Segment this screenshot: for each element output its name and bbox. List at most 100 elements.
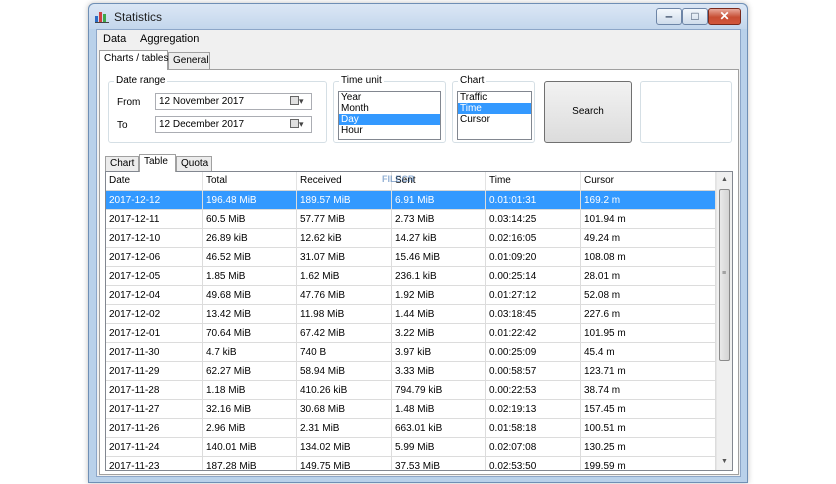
cell-date: 2017-11-27 bbox=[106, 400, 203, 419]
cell-sent: 5.99 MiB bbox=[392, 438, 486, 457]
cell-sent: 3.22 MiB bbox=[392, 324, 486, 343]
tab-table[interactable]: Table bbox=[139, 154, 176, 172]
menu-data[interactable]: Data bbox=[103, 33, 126, 45]
cell-time: 0.01:09:20 bbox=[486, 248, 581, 267]
table-row[interactable]: 2017-12-12 196.48 MiB 189.57 MiB 6.91 MiB 0.… bbox=[106, 191, 716, 210]
table-row[interactable]: 2017-11-28 1.18 MiB 410.26 kiB 794.79 kiB 0.… bbox=[106, 381, 716, 400]
cell-time: 0.01:27:12 bbox=[486, 286, 581, 305]
column-header-date[interactable]: Date bbox=[106, 172, 203, 191]
cell-cursor: 45.4 m bbox=[581, 343, 716, 362]
vertical-scrollbar[interactable]: ▲ ≡ ▼ bbox=[716, 172, 732, 470]
scroll-down-icon[interactable]: ▼ bbox=[717, 454, 732, 470]
table-row[interactable]: 2017-11-27 32.16 MiB 30.68 MiB 1.48 MiB 0.02… bbox=[106, 400, 716, 419]
tab-general[interactable]: General bbox=[168, 52, 210, 69]
cell-date: 2017-11-23 bbox=[106, 457, 203, 470]
cell-sent: 794.79 kiB bbox=[392, 381, 486, 400]
time-unit-option-month[interactable]: Month bbox=[339, 103, 440, 114]
cell-sent: 6.91 MiB bbox=[392, 191, 486, 210]
cell-total: 13.42 MiB bbox=[203, 305, 297, 324]
cell-sent: 1.92 MiB bbox=[392, 286, 486, 305]
table-row[interactable]: 2017-11-23 187.28 MiB 149.75 MiB 37.53 MiB 0… bbox=[106, 457, 716, 470]
cell-received: 31.07 MiB bbox=[297, 248, 392, 267]
table-row[interactable]: 2017-12-02 13.42 MiB 11.98 MiB 1.44 MiB 0.03… bbox=[106, 305, 716, 324]
cell-time: 0.00:25:14 bbox=[486, 267, 581, 286]
time-unit-option-year[interactable]: Year bbox=[339, 92, 440, 103]
tab-chart[interactable]: Chart bbox=[105, 156, 139, 171]
cell-date: 2017-12-06 bbox=[106, 248, 203, 267]
table-row[interactable]: 2017-12-04 49.68 MiB 47.76 MiB 1.92 MiB 0.01… bbox=[106, 286, 716, 305]
cell-sent: 1.44 MiB bbox=[392, 305, 486, 324]
scroll-thumb[interactable]: ≡ bbox=[719, 189, 730, 361]
time-unit-option-hour[interactable]: Hour bbox=[339, 125, 440, 136]
cell-total: 60.5 MiB bbox=[203, 210, 297, 229]
cell-received: 189.57 MiB bbox=[297, 191, 392, 210]
minimize-button[interactable]: ‒ bbox=[656, 8, 682, 25]
table-row[interactable]: 2017-12-06 46.52 MiB 31.07 MiB 15.46 MiB 0.0… bbox=[106, 248, 716, 267]
table-row[interactable]: 2017-12-10 26.89 kiB 12.62 kiB 14.27 kiB 0.0… bbox=[106, 229, 716, 248]
cell-cursor: 101.94 m bbox=[581, 210, 716, 229]
cell-total: 4.7 kiB bbox=[203, 343, 297, 362]
column-header-received[interactable]: Received bbox=[297, 172, 392, 191]
chart-option-cursor[interactable]: Cursor bbox=[458, 114, 531, 125]
chart-option-traffic[interactable]: Traffic bbox=[458, 92, 531, 103]
menu-aggregation[interactable]: Aggregation bbox=[140, 33, 199, 45]
cell-date: 2017-11-26 bbox=[106, 419, 203, 438]
cell-received: 58.94 MiB bbox=[297, 362, 392, 381]
cell-cursor: 169.2 m bbox=[581, 191, 716, 210]
cell-date: 2017-11-28 bbox=[106, 381, 203, 400]
cell-total: 1.85 MiB bbox=[203, 267, 297, 286]
tab-quota[interactable]: Quota bbox=[176, 156, 212, 171]
from-label: From bbox=[117, 97, 141, 108]
cell-received: 11.98 MiB bbox=[297, 305, 392, 324]
time-unit-group: Time unit Year Month Day Hour bbox=[333, 75, 446, 143]
cell-time: 0.00:22:53 bbox=[486, 381, 581, 400]
scroll-up-icon[interactable]: ▲ bbox=[717, 172, 732, 188]
client-area: Data Aggregation Charts / tables General… bbox=[96, 29, 741, 477]
cell-date: 2017-12-05 bbox=[106, 267, 203, 286]
close-button[interactable]: ✕ bbox=[708, 8, 741, 25]
tab-charts-tables[interactable]: Charts / tables bbox=[99, 50, 168, 70]
table-row[interactable]: 2017-11-26 2.96 MiB 2.31 MiB 663.01 kiB 0.01… bbox=[106, 419, 716, 438]
cell-total: 32.16 MiB bbox=[203, 400, 297, 419]
cell-received: 134.02 MiB bbox=[297, 438, 392, 457]
cell-sent: 14.27 kiB bbox=[392, 229, 486, 248]
calendar-icon[interactable]: ▾ bbox=[290, 119, 308, 130]
search-button[interactable]: Search bbox=[544, 81, 632, 143]
cell-received: 149.75 MiB bbox=[297, 457, 392, 470]
table-row[interactable]: 2017-12-05 1.85 MiB 1.62 MiB 236.1 kiB 0.00:… bbox=[106, 267, 716, 286]
table-row[interactable]: 2017-11-30 4.7 kiB 740 B 3.97 kiB 0.00:25:09… bbox=[106, 343, 716, 362]
cell-received: 740 B bbox=[297, 343, 392, 362]
cell-cursor: 49.24 m bbox=[581, 229, 716, 248]
column-header-time[interactable]: Time bbox=[486, 172, 581, 191]
table-row[interactable]: 2017-11-29 62.27 MiB 58.94 MiB 3.33 MiB 0.00… bbox=[106, 362, 716, 381]
calendar-icon[interactable]: ▾ bbox=[290, 96, 308, 107]
date-range-title: Date range bbox=[114, 75, 168, 86]
to-date-picker[interactable]: 12 December 2017 ▾ bbox=[155, 116, 312, 133]
chart-listbox[interactable]: Traffic Time Cursor bbox=[457, 91, 532, 140]
to-label: To bbox=[117, 120, 128, 131]
cell-date: 2017-12-04 bbox=[106, 286, 203, 305]
table-row[interactable]: 2017-12-11 60.5 MiB 57.77 MiB 2.73 MiB 0.03:… bbox=[106, 210, 716, 229]
column-header-total[interactable]: Total bbox=[203, 172, 297, 191]
cell-sent: 663.01 kiB bbox=[392, 419, 486, 438]
table-row[interactable]: 2017-12-01 70.64 MiB 67.42 MiB 3.22 MiB 0.01… bbox=[106, 324, 716, 343]
time-unit-option-day[interactable]: Day bbox=[339, 114, 440, 125]
chart-option-time[interactable]: Time bbox=[458, 103, 531, 114]
from-date-picker[interactable]: 12 November 2017 ▾ bbox=[155, 93, 312, 110]
watermark: FILECR bbox=[382, 174, 415, 184]
table-row[interactable]: 2017-11-24 140.01 MiB 134.02 MiB 5.99 MiB 0.… bbox=[106, 438, 716, 457]
title-bar[interactable]: Statistics ‒ □ ✕ bbox=[89, 4, 747, 29]
cell-date: 2017-12-11 bbox=[106, 210, 203, 229]
time-unit-listbox[interactable]: Year Month Day Hour bbox=[338, 91, 441, 140]
cell-received: 30.68 MiB bbox=[297, 400, 392, 419]
cell-cursor: 227.6 m bbox=[581, 305, 716, 324]
close-icon: ✕ bbox=[719, 9, 730, 23]
cell-time: 0.01:01:31 bbox=[486, 191, 581, 210]
chart-title: Chart bbox=[458, 75, 487, 86]
column-header-cursor[interactable]: Cursor bbox=[581, 172, 716, 191]
cell-sent: 3.97 kiB bbox=[392, 343, 486, 362]
cell-received: 410.26 kiB bbox=[297, 381, 392, 400]
maximize-button[interactable]: □ bbox=[682, 8, 708, 25]
cell-time: 0.00:58:57 bbox=[486, 362, 581, 381]
date-range-group: Date range From 12 November 2017 ▾ To 12… bbox=[108, 75, 327, 143]
